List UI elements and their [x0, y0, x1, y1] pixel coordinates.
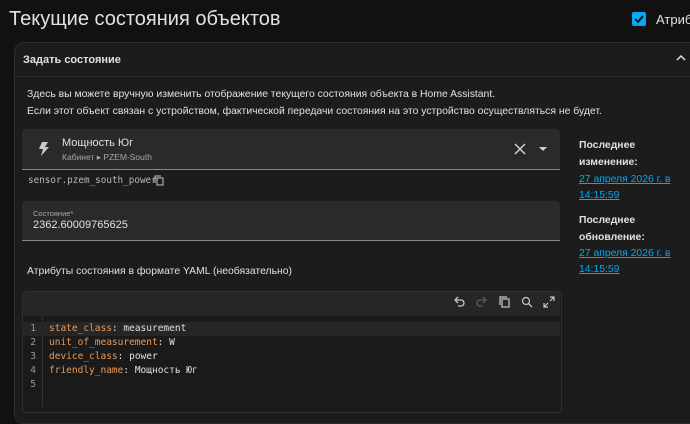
last-updated-label: Последнее — [579, 215, 636, 226]
close-icon[interactable] — [514, 143, 526, 155]
last-updated-link[interactable]: 14:15:59 — [579, 264, 619, 275]
state-label: Состояние* — [33, 209, 74, 218]
attributes-checkbox-label[interactable]: Атрибу — [656, 12, 690, 27]
entity-id: sensor.pzem_south_power — [28, 175, 157, 186]
search-replace-icon[interactable] — [520, 295, 534, 309]
flash-icon — [39, 142, 49, 156]
last-updated-link[interactable]: 27 апреля 2026 г. в — [579, 248, 670, 259]
yaml-key: device_class — [49, 351, 118, 362]
chevron-down-icon[interactable] — [538, 146, 548, 152]
entity-breadcrumb: Кабинет ▸ PZEM-South — [62, 152, 152, 162]
yaml-value: Мощность Юг — [134, 365, 198, 376]
attributes-checkbox[interactable] — [632, 12, 646, 26]
code-line[interactable]: 2 unit_of_measurement: W — [22, 336, 560, 350]
description-line-2: Если этот объект связан с устройством, ф… — [27, 106, 602, 117]
last-changed-label: Последнее — [579, 140, 636, 151]
yaml-key: state_class — [49, 323, 112, 334]
code-line[interactable]: 4 friendly_name: Мощность Юг — [22, 364, 560, 378]
divider — [15, 76, 690, 77]
copy-icon[interactable] — [498, 295, 512, 309]
code-line[interactable]: 3 device_class: power — [22, 350, 560, 364]
code-line[interactable]: 5 — [22, 378, 560, 392]
last-changed-link[interactable]: 14:15:59 — [579, 190, 619, 201]
last-updated-label: обновление: — [579, 232, 645, 243]
line-number: 4 — [30, 365, 36, 376]
state-value[interactable]: 2362.60009765625 — [33, 219, 128, 231]
line-number: 5 — [30, 379, 36, 390]
entity-name: Мощность Юг — [62, 137, 134, 149]
yaml-key: friendly_name — [49, 365, 124, 376]
page-title: Текущие состояния объектов — [9, 8, 281, 30]
undo-icon[interactable] — [452, 295, 466, 309]
last-changed-label: изменение: — [579, 157, 638, 168]
fullscreen-icon[interactable] — [542, 295, 556, 309]
code-line[interactable]: 1 state_class: measurement — [22, 322, 560, 336]
check-icon — [634, 15, 644, 24]
line-number: 2 — [30, 337, 36, 348]
yaml-key: unit_of_measurement — [49, 337, 158, 348]
entity-picker[interactable] — [22, 129, 560, 170]
last-changed-link[interactable]: 27 апреля 2026 г. в — [579, 174, 670, 185]
line-number: 1 — [30, 323, 36, 334]
attributes-yaml-title: Атрибуты состояния в формате YAML (необя… — [27, 266, 292, 277]
card-title[interactable]: Задать состояние — [23, 54, 121, 66]
chevron-up-icon[interactable] — [675, 53, 687, 63]
description-line-1: Здесь вы можете вручную изменить отображ… — [27, 89, 496, 100]
redo-icon[interactable] — [475, 295, 489, 309]
yaml-value: W — [169, 337, 175, 348]
copy-icon[interactable] — [154, 175, 164, 186]
yaml-value: power — [129, 351, 158, 362]
line-number: 3 — [30, 351, 36, 362]
yaml-value: measurement — [123, 323, 187, 334]
